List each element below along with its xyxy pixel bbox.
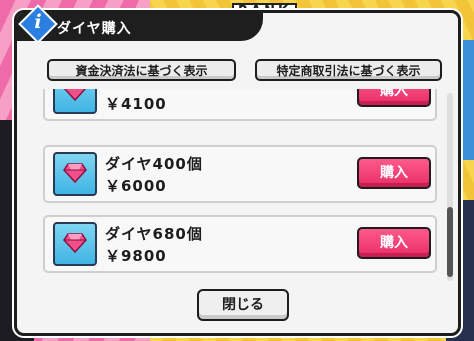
close-button[interactable]: 閉じる <box>197 289 289 321</box>
buy-button[interactable]: 購入 <box>357 89 431 107</box>
diamond-gem-icon <box>63 163 87 184</box>
dialog-title: ダイヤ購入 <box>57 21 132 37</box>
diamond-gem-icon <box>63 89 87 102</box>
item-name: ダイヤ400個 <box>105 155 203 173</box>
item-price: ￥9800 <box>105 247 167 265</box>
item-price: ￥6000 <box>105 177 167 195</box>
product-list[interactable]: ￥4100 購入 ダイヤ400個 ￥6000 購入 ダイヤ680個 ￥9800 … <box>39 89 442 285</box>
list-item: ダイヤ680個 ￥9800 購入 <box>43 215 437 273</box>
info-letter: i <box>34 11 42 33</box>
item-name: ダイヤ680個 <box>105 225 203 243</box>
list-item: ダイヤ400個 ￥6000 購入 <box>43 145 437 203</box>
diamond-thumbnail <box>53 222 97 266</box>
list-item: ￥4100 購入 <box>43 89 437 121</box>
buy-button[interactable]: 購入 <box>357 227 431 259</box>
scrollbar-thumb[interactable] <box>447 207 453 277</box>
specified-commercial-transactions-button[interactable]: 特定商取引法に基づく表示 <box>255 59 442 81</box>
payment-services-act-button[interactable]: 資金決済法に基づく表示 <box>47 59 236 81</box>
item-price: ￥4100 <box>105 95 167 113</box>
diamond-gem-icon <box>63 233 87 254</box>
diamond-thumbnail <box>53 89 97 114</box>
purchase-dialog: ダイヤ購入 i 資金決済法に基づく表示 特定商取引法に基づく表示 ￥4100 購… <box>14 4 461 336</box>
info-icon: i <box>18 4 58 44</box>
buy-button[interactable]: 購入 <box>357 157 431 189</box>
diamond-thumbnail <box>53 152 97 196</box>
